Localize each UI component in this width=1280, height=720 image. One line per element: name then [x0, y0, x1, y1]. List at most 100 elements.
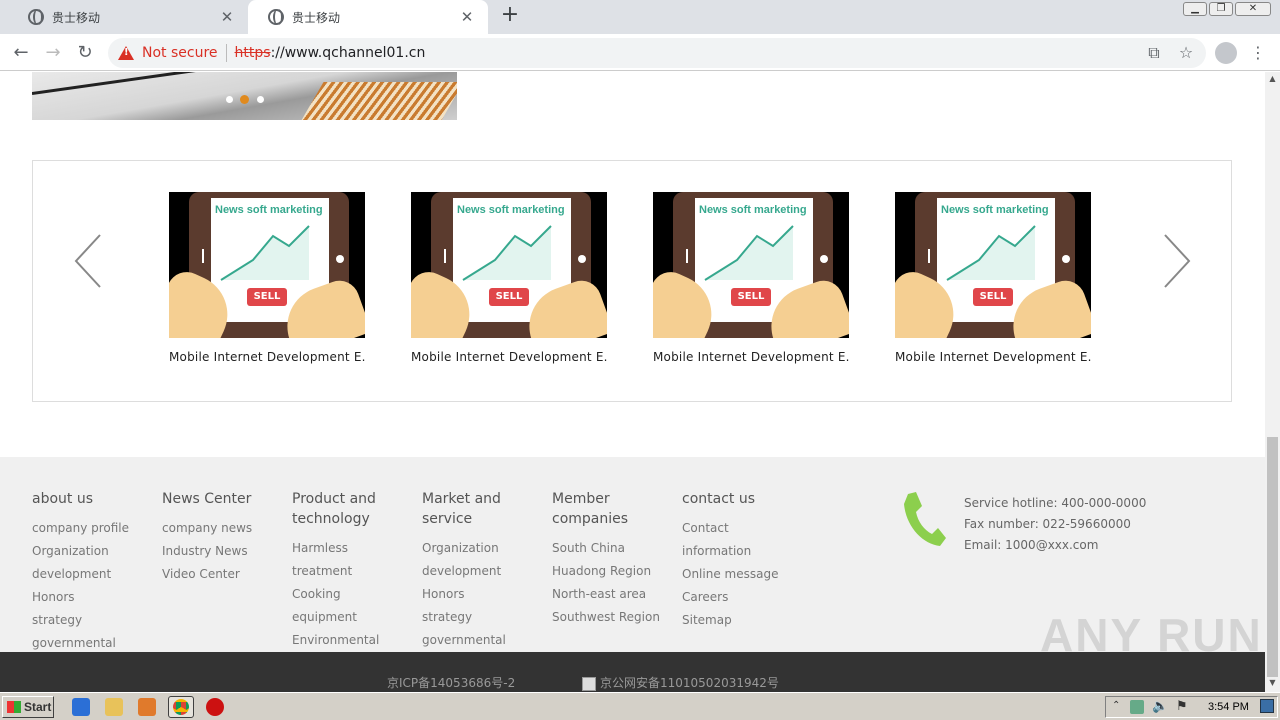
public-security-record[interactable]: 京公网安备11010502031942号	[582, 674, 779, 691]
system-tray: ⌃ 🔈 ⚑	[1105, 696, 1278, 718]
carousel-card[interactable]: News soft marketing SELL Mobile Internet…	[653, 192, 849, 364]
banner-image-detail	[32, 72, 270, 95]
sell-button-graphic: SELL	[731, 288, 771, 306]
footer-link[interactable]: company profile	[32, 517, 142, 540]
footer-link[interactable]: Industry News	[162, 540, 272, 563]
thumbnail-text: News soft marketing	[457, 204, 565, 216]
footer-column-title[interactable]: Product and technology	[292, 489, 402, 529]
chrome-taskbar-button[interactable]	[168, 696, 194, 718]
tab-title: 贵士移动	[52, 10, 101, 25]
new-tab-button[interactable]: +	[498, 4, 522, 28]
slide-dot[interactable]	[257, 96, 264, 103]
footer-column-title[interactable]: Member companies	[552, 489, 662, 529]
footer-column-title[interactable]: Market and service	[422, 489, 532, 529]
footer-link[interactable]: Harmless treatment	[292, 537, 402, 583]
scroll-down-icon[interactable]: ▼	[1268, 678, 1277, 687]
carousel-card[interactable]: News soft marketing SELL Mobile Internet…	[411, 192, 607, 364]
footer-link[interactable]: information	[682, 540, 792, 563]
footer-column-title[interactable]: about us	[32, 489, 142, 509]
footer-link[interactable]: strategy	[422, 606, 532, 629]
card-thumbnail[interactable]: News soft marketing SELL	[653, 192, 849, 338]
broken-image-icon	[582, 676, 596, 691]
show-desktop-icon[interactable]	[1260, 699, 1274, 713]
card-thumbnail[interactable]: News soft marketing SELL	[169, 192, 365, 338]
footer-link[interactable]: Contact	[682, 517, 792, 540]
media-player-icon[interactable]	[138, 698, 156, 716]
system-clock[interactable]: 3:54 PM	[1208, 701, 1249, 713]
footer-column-title[interactable]: contact us	[682, 489, 792, 509]
watermark-logo: ANY RUN	[1040, 609, 1263, 661]
start-label: Start	[24, 700, 52, 714]
security-label[interactable]: Not secure	[142, 45, 218, 61]
card-caption[interactable]: Mobile Internet Development E...	[653, 350, 849, 364]
icp-license-link[interactable]: 京ICP备14053686号-2	[387, 674, 515, 691]
footer-link[interactable]: North-east area	[552, 583, 662, 606]
start-button[interactable]: Start	[2, 696, 54, 718]
carousel-prev-arrow-icon[interactable]	[73, 233, 103, 289]
sell-button-graphic: SELL	[247, 288, 287, 306]
footer-link[interactable]: strategy	[32, 609, 142, 632]
footer-column-title[interactable]: News Center	[162, 489, 272, 509]
page-scrollbar[interactable]: ▲ ▼	[1265, 72, 1280, 692]
slide-dot[interactable]	[226, 96, 233, 103]
carousel-card[interactable]: News soft marketing SELL Mobile Internet…	[169, 192, 365, 364]
folder-icon[interactable]	[105, 698, 123, 716]
action-center-flag-icon[interactable]: ⚑	[1176, 699, 1188, 714]
footer-column-market: Market and service Organization developm…	[422, 489, 532, 675]
footer-link[interactable]: Huadong Region	[552, 560, 662, 583]
menu-icon[interactable]: ⋮	[1247, 42, 1269, 64]
scroll-thumb[interactable]	[1267, 437, 1278, 677]
footer-link[interactable]: Organization development	[32, 540, 142, 586]
service-hotline: Service hotline: 400-000-0000	[964, 496, 1147, 510]
email-address[interactable]: Email: 1000@xxx.com	[964, 535, 1146, 556]
globe-icon	[268, 9, 284, 25]
minimize-button[interactable]: ▁	[1183, 2, 1207, 16]
footer-link[interactable]: Organization development	[422, 537, 532, 583]
chart-graphic	[946, 225, 1036, 281]
reload-icon[interactable]: ↻	[72, 40, 98, 66]
footer-link[interactable]: Video Center	[162, 563, 272, 586]
close-tab-icon[interactable]: ✕	[218, 8, 236, 26]
profile-avatar-icon[interactable]	[1215, 42, 1237, 64]
back-icon[interactable]: ←	[8, 40, 34, 66]
close-tab-icon[interactable]: ✕	[458, 8, 476, 26]
card-caption[interactable]: Mobile Internet Development E...	[895, 350, 1091, 364]
card-caption[interactable]: Mobile Internet Development E...	[411, 350, 607, 364]
maximize-button[interactable]: ❐	[1209, 2, 1233, 16]
translate-icon[interactable]: ⧉	[1143, 42, 1165, 64]
card-thumbnail[interactable]: News soft marketing SELL	[895, 192, 1091, 338]
url-scheme: https	[234, 45, 271, 61]
footer-link[interactable]: Honors	[32, 586, 142, 609]
network-icon[interactable]	[1130, 700, 1144, 714]
stop-icon[interactable]	[206, 698, 224, 716]
footer-link[interactable]: Sitemap	[682, 609, 792, 632]
divider	[225, 44, 227, 62]
fax-number: Fax number: 022-59660000	[964, 517, 1131, 531]
volume-icon[interactable]: 🔈	[1152, 699, 1168, 714]
forward-icon[interactable]: →	[40, 40, 66, 66]
public-security-text: 京公网安备11010502031942号	[600, 676, 779, 690]
footer-link[interactable]: Cooking equipment	[292, 583, 402, 629]
slide-dot-active[interactable]	[240, 95, 249, 104]
internet-explorer-icon[interactable]	[72, 698, 90, 716]
browser-tab[interactable]: 贵士移动 ✕	[8, 0, 248, 34]
footer-column-news: News Center company news Industry News V…	[162, 489, 272, 586]
scroll-up-icon[interactable]: ▲	[1268, 74, 1277, 83]
card-thumbnail[interactable]: News soft marketing SELL	[411, 192, 607, 338]
footer-link[interactable]: Online message	[682, 563, 792, 586]
footer-link[interactable]: South China	[552, 537, 662, 560]
carousel-next-arrow-icon[interactable]	[1162, 233, 1192, 289]
product-carousel: News soft marketing SELL Mobile Internet…	[32, 160, 1232, 402]
footer-link[interactable]: company news	[162, 517, 272, 540]
phone-icon	[904, 492, 946, 546]
card-caption[interactable]: Mobile Internet Development E...	[169, 350, 365, 364]
tray-expand-icon[interactable]: ⌃	[1112, 700, 1120, 711]
carousel-card[interactable]: News soft marketing SELL Mobile Internet…	[895, 192, 1091, 364]
footer-link[interactable]: Southwest Region	[552, 606, 662, 629]
footer-link[interactable]: Careers	[682, 586, 792, 609]
close-window-button[interactable]: ✕	[1235, 2, 1271, 16]
address-bar[interactable]: Not secure https ://www.qchannel01.cn	[108, 38, 1206, 68]
bookmark-star-icon[interactable]: ☆	[1175, 42, 1197, 64]
browser-tab-active[interactable]: 贵士移动 ✕	[248, 0, 488, 34]
footer-link[interactable]: Honors	[422, 583, 532, 606]
